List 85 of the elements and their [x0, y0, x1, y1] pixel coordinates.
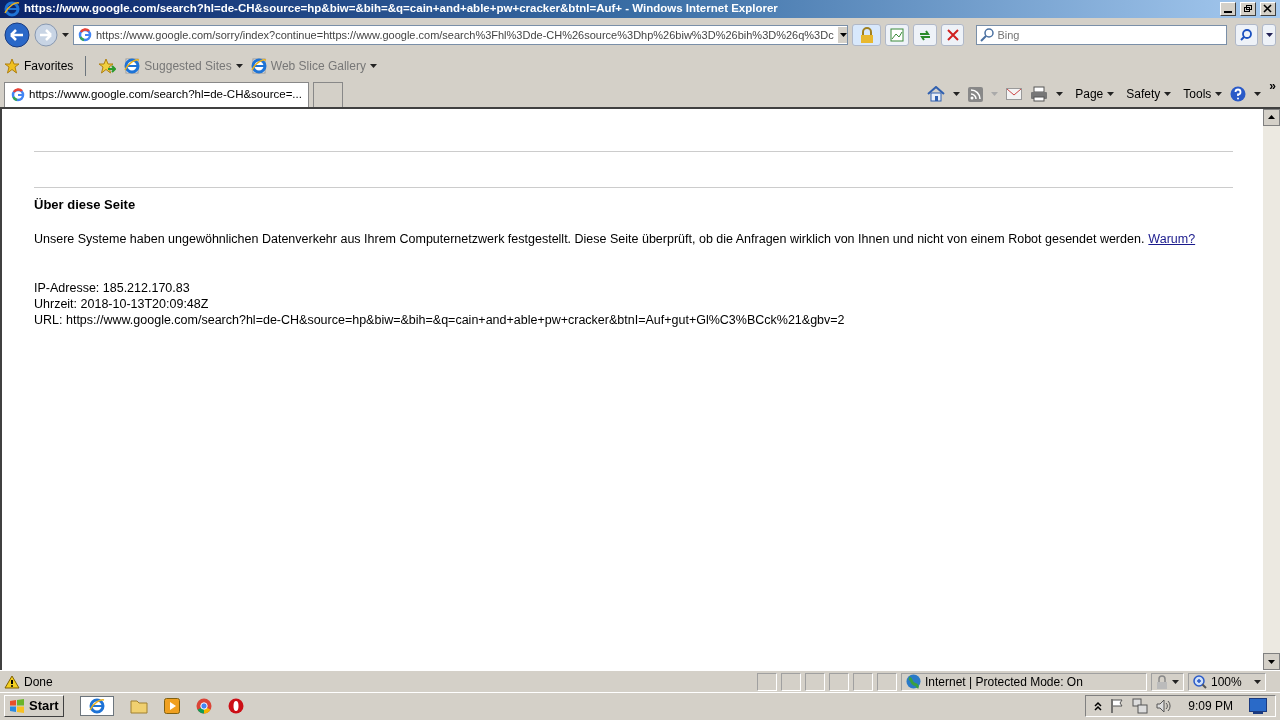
- network-icon[interactable]: [1132, 697, 1149, 714]
- status-pane: [757, 672, 777, 691]
- browser-tab[interactable]: https://www.google.com/search?hl=de-CH&source=...: [4, 82, 309, 107]
- page-icon: [124, 58, 141, 74]
- favorites-button[interactable]: Favorites: [4, 57, 74, 75]
- overflow-button[interactable]: »: [1269, 77, 1276, 95]
- google-icon: [11, 88, 25, 102]
- browser-taskbar-button[interactable]: [79, 695, 114, 716]
- status-pane: [805, 672, 825, 691]
- status-pane: [853, 672, 873, 691]
- status-pane: [877, 672, 897, 691]
- menu-button[interactable]: Page: [1075, 85, 1115, 103]
- search-icon: [980, 28, 995, 42]
- caret-icon: [1164, 92, 1172, 96]
- scrollbar-drawing[interactable]: [1263, 109, 1280, 670]
- window-title: https://www.google.com/search?hl=de-CH&source=hp&biw=&bih=&q=cain+and+able+pw+cracker&btnI=Auf+ - Windows Internet Explorer: [24, 1, 779, 17]
- caret-icon[interactable]: [235, 64, 243, 68]
- message-text: Unsere Systeme haben ungewöhnlichen Datenverkehr aus Ihrem Computernetzwerk festgestellt. Diese Seite überprüft, ob die Anfragen wirklich von Ihnen und nicht von einem Robot gesendet werden.: [34, 230, 1145, 248]
- stop-icon: [945, 28, 960, 42]
- globe-icon: [906, 674, 921, 689]
- media-player-icon[interactable]: [163, 697, 180, 714]
- lock-icon: [1156, 674, 1168, 689]
- protection-button[interactable]: [1151, 672, 1184, 691]
- caret-icon[interactable]: [1254, 92, 1262, 96]
- menu-button[interactable]: Tools: [1183, 85, 1223, 103]
- search-options-button[interactable]: [1262, 24, 1276, 46]
- menu-button[interactable]: Safety: [1126, 85, 1172, 103]
- chevron-up-icon[interactable]: [1094, 700, 1103, 711]
- browser-icon: [88, 698, 105, 715]
- why-link[interactable]: Warum?: [1148, 229, 1196, 249]
- warning-icon: [4, 674, 20, 689]
- printer-icon[interactable]: [1030, 86, 1049, 102]
- restore-button[interactable]: [1240, 2, 1256, 16]
- opera-icon[interactable]: [227, 697, 244, 714]
- status-pane: [781, 672, 801, 691]
- caret-icon: [1172, 679, 1179, 684]
- caret-icon[interactable]: [953, 92, 961, 96]
- flag-icon[interactable]: [1110, 697, 1125, 714]
- mail-icon[interactable]: [1006, 88, 1023, 100]
- google-icon: [78, 28, 92, 42]
- caret-icon: [1265, 33, 1273, 37]
- status-text: Done: [24, 673, 54, 691]
- start-button[interactable]: Start: [4, 694, 64, 717]
- lock-icon: [859, 27, 874, 43]
- back-button[interactable]: [4, 22, 30, 48]
- feed-icon[interactable]: [968, 86, 984, 102]
- refresh-button[interactable]: [913, 24, 937, 46]
- clock-text: 9:09 PM: [1188, 697, 1233, 715]
- caret-icon[interactable]: [369, 64, 377, 68]
- zoom-icon: [1193, 674, 1207, 689]
- close-button[interactable]: [1260, 2, 1276, 16]
- zoom-button[interactable]: 100%: [1188, 672, 1266, 691]
- speaker-icon[interactable]: [1156, 697, 1173, 714]
- browser-icon: [4, 1, 20, 17]
- compatibility-button[interactable]: [885, 24, 910, 46]
- minimize-button[interactable]: [1220, 2, 1236, 16]
- caret-icon: [1254, 679, 1261, 684]
- minimize-icon: [1224, 11, 1232, 13]
- windows-logo-icon: [9, 697, 25, 714]
- dropdown-icon[interactable]: [837, 27, 847, 43]
- close-icon: [1263, 4, 1273, 14]
- detail-text: Uhrzeit: 2018-10-13T20:09:48Z: [34, 296, 210, 313]
- stop-button[interactable]: [940, 24, 965, 46]
- page-icon: [250, 58, 267, 74]
- home-icon[interactable]: [927, 86, 946, 102]
- address-field[interactable]: https://www.google.com/sorry/index?continue=https://www.google.com/search%3Fhl%3Dde-CH%26source%3Dhp%26biw%3D%26bih%3D%26q%3Dc: [73, 25, 848, 45]
- star-icon: [4, 58, 20, 74]
- status-pane: [829, 672, 849, 691]
- caret-icon: [1107, 92, 1115, 96]
- caret-icon[interactable]: [1056, 92, 1064, 96]
- zone-indicator: Internet | Protected Mode: On: [901, 672, 1147, 691]
- picture-frame-icon: [890, 28, 905, 42]
- search-button[interactable]: [1234, 24, 1259, 46]
- help-icon[interactable]: [1230, 86, 1247, 102]
- chrome-icon[interactable]: [195, 697, 212, 714]
- search-icon: [1240, 29, 1253, 41]
- refresh-icon: [917, 28, 932, 42]
- search-field[interactable]: Bing: [976, 25, 1227, 45]
- show-desktop-icon[interactable]: [1249, 697, 1267, 714]
- detail-text: URL: https://www.google.com/search?hl=de-CH&source=hp&biw=&bih=&q=cain+and+able+pw+cracker&btnI=Auf+gut+Gl%C3%BCck%21&gbv=2: [34, 312, 846, 329]
- detail-text: IP-Adresse: 185.212.170.83: [34, 280, 191, 297]
- page-heading: Über diese Seite: [34, 196, 137, 214]
- restore-icon: [1243, 4, 1253, 14]
- caret-icon: [1215, 92, 1223, 96]
- caret-icon[interactable]: [62, 33, 69, 37]
